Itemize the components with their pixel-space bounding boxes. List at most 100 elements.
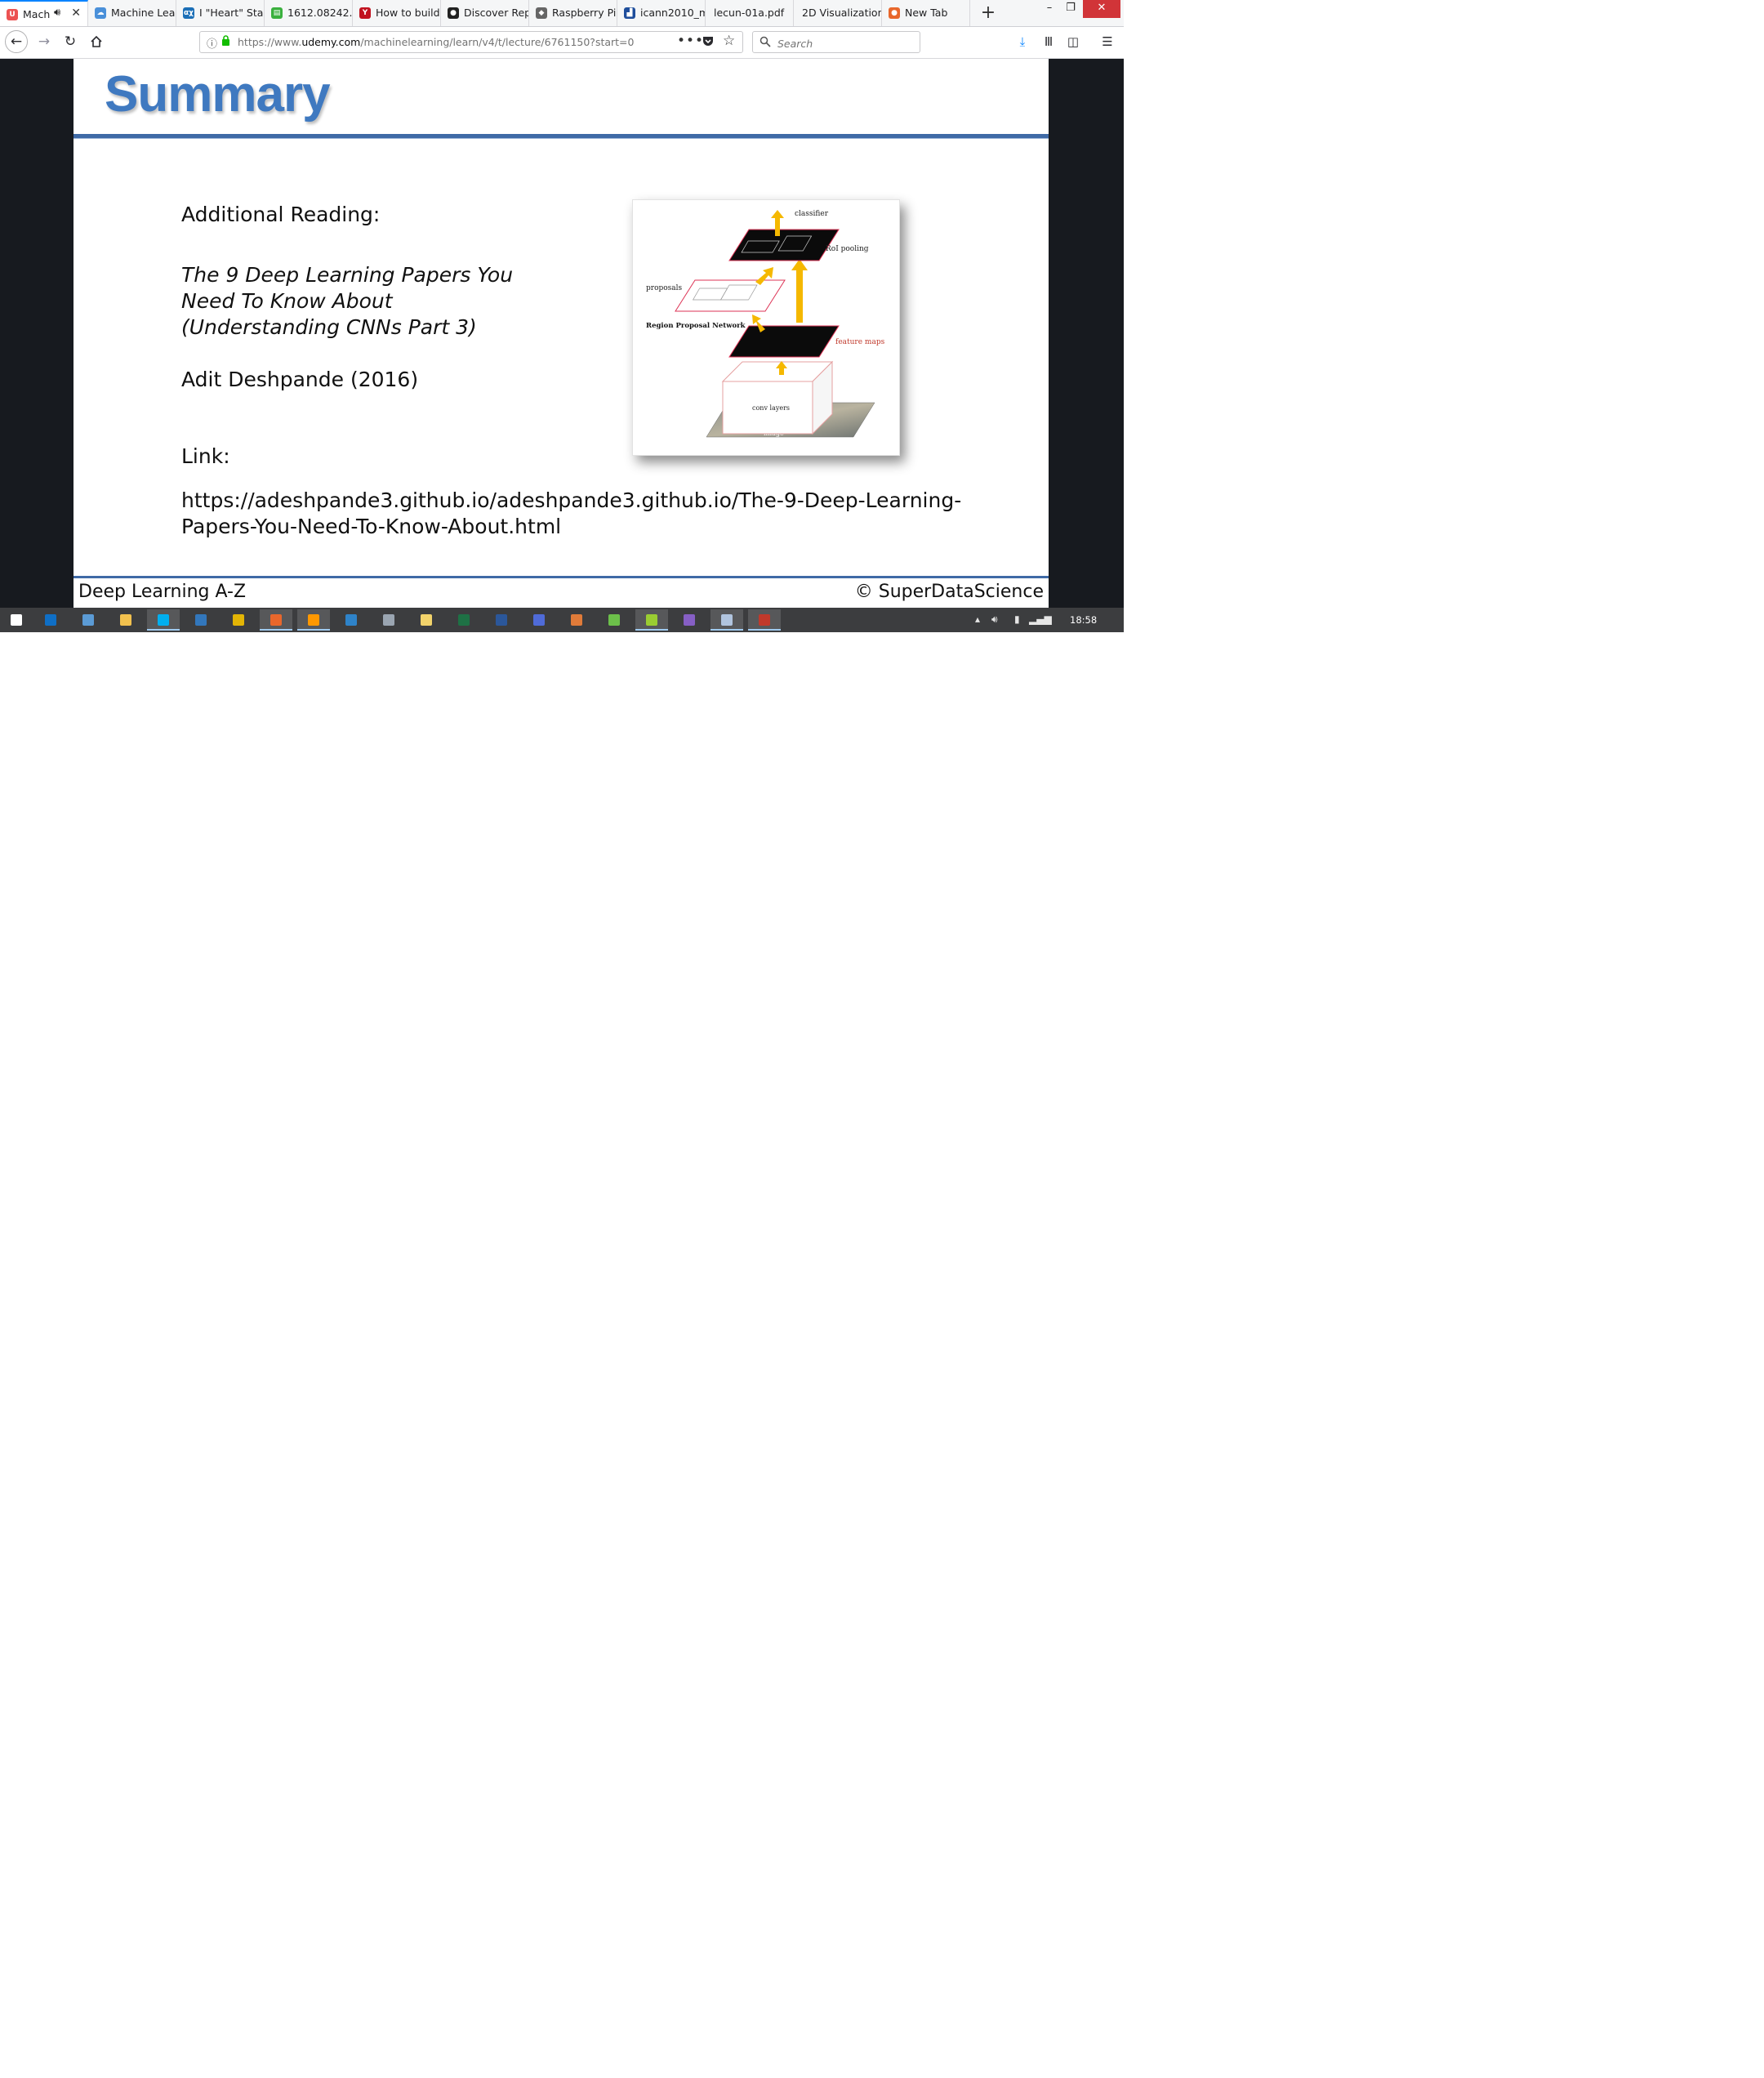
- browser-tab[interactable]: ◆ Raspberry Pi: [529, 0, 617, 26]
- visual-studio-icon: [684, 614, 695, 626]
- tab-label: 1612.08242.p: [287, 7, 353, 19]
- menu-button[interactable]: ☰: [1098, 32, 1117, 51]
- hamburger-menu-icon: ☰: [1102, 34, 1113, 49]
- browser-tab[interactable]: lecun-01a.pdf: [706, 0, 794, 26]
- taskbar-app[interactable]: [72, 609, 105, 631]
- arrow-right-icon: →: [38, 33, 51, 50]
- browser-tab[interactable]: U Mach 🔊︎ ✕: [0, 0, 88, 26]
- taskbar-app[interactable]: [335, 609, 368, 631]
- browser-tab[interactable]: ▟ icann2010_m: [617, 0, 706, 26]
- taskbar-app[interactable]: [260, 609, 292, 631]
- page-actions-icon[interactable]: •••: [677, 33, 704, 49]
- bookmark-star-icon[interactable]: ☆: [723, 33, 735, 49]
- battery-icon[interactable]: ▮: [1014, 613, 1020, 625]
- taskbar-app[interactable]: [0, 609, 33, 631]
- tray-overflow-icon[interactable]: ▴: [975, 613, 980, 625]
- taskbar-app[interactable]: [109, 609, 142, 631]
- feature-maps-layer: [728, 325, 840, 358]
- taskbar-app[interactable]: [448, 609, 480, 631]
- roi-pooling-label: RoI pooling: [826, 245, 869, 253]
- taskbar-app[interactable]: [560, 609, 593, 631]
- taskbar-app[interactable]: [710, 609, 743, 631]
- course-name: Deep Learning A-Z: [78, 582, 247, 602]
- raspberry-icon: ◆: [536, 7, 547, 19]
- reload-button[interactable]: ↻: [59, 30, 82, 53]
- taskbar-app[interactable]: [485, 609, 518, 631]
- taskbar-app[interactable]: [748, 609, 781, 631]
- browser-tab[interactable]: ● Discover Rep: [441, 0, 529, 26]
- url-bar[interactable]: ⓘ https://www.udemy.com/machinelearning/…: [199, 31, 743, 53]
- volume-icon[interactable]: 🔊︎: [991, 613, 998, 626]
- chart-icon: ▟: [624, 7, 635, 19]
- forward-button[interactable]: →: [33, 30, 56, 53]
- speaker-icon[interactable]: 🔊︎: [54, 7, 60, 19]
- browser-tab[interactable]: 2D Visualization: [794, 0, 882, 26]
- skype-icon: [158, 614, 169, 626]
- taskbar-app[interactable]: [372, 609, 405, 631]
- browser-tab[interactable]: ▤ 1612.08242.p: [265, 0, 353, 26]
- browser-tab[interactable]: Y How to build: [353, 0, 441, 26]
- cloud-icon: ☁: [95, 7, 106, 19]
- taskbar-app[interactable]: [410, 609, 443, 631]
- info-icon[interactable]: ⓘ: [207, 35, 217, 51]
- vscode-icon: [345, 614, 357, 626]
- home-icon: [91, 35, 102, 47]
- browser-tab[interactable]: ● New Tab: [882, 0, 970, 26]
- paper-title: The 9 Deep Learning Papers You Need To K…: [181, 263, 514, 339]
- search-input[interactable]: [776, 34, 918, 52]
- download-icon: ⤓: [1019, 34, 1026, 49]
- back-button[interactable]: ←: [5, 30, 28, 53]
- app-icon: [646, 614, 657, 626]
- stackexchange-icon: αχ: [183, 7, 194, 19]
- tab-label: Machine Lea: [111, 7, 176, 19]
- search-icon: [760, 36, 771, 47]
- taskbar-app[interactable]: [673, 609, 706, 631]
- tab-label: Raspberry Pi: [552, 7, 617, 19]
- tab-label: Discover Rep: [464, 7, 529, 19]
- pen-icon: [608, 614, 620, 626]
- faster-rcnn-diagram-svg: image conv layers feature maps Region Pr…: [646, 210, 885, 438]
- pocket-icon[interactable]: [702, 34, 715, 47]
- footer-divider: [74, 576, 1049, 578]
- search-bar[interactable]: [752, 31, 920, 53]
- sidebar-button[interactable]: ◫: [1063, 32, 1083, 51]
- tab-label: lecun-01a.pdf: [714, 7, 785, 19]
- network-signal-icon[interactable]: ▂▄▆: [1029, 613, 1052, 625]
- taskbar-app[interactable]: [297, 609, 330, 631]
- library-button[interactable]: Ⅲ: [1039, 32, 1058, 51]
- downloads-button[interactable]: ⤓: [1013, 32, 1032, 51]
- firefox-icon: ●: [889, 7, 900, 19]
- github-icon: ●: [448, 7, 459, 19]
- taskbar-app[interactable]: [598, 609, 630, 631]
- tab-label: icann2010_m: [640, 7, 706, 19]
- url-text[interactable]: https://www.udemy.com/machinelearning/le…: [238, 36, 634, 48]
- conv-layers-label: conv layers: [752, 404, 790, 412]
- lecture-slide: Summary Additional Reading: The 9 Deep L…: [74, 59, 1049, 608]
- sublime-icon: [308, 614, 319, 626]
- link-label: Link:: [181, 444, 230, 468]
- pdf-icon: ▤: [271, 7, 283, 19]
- arrow-features-to-roi: [791, 259, 808, 323]
- towardsdatascience-icon: Y: [359, 7, 371, 19]
- close-tab-icon[interactable]: ✕: [71, 7, 81, 20]
- taskbar-app[interactable]: [222, 609, 255, 631]
- video-player[interactable]: Summary Additional Reading: The 9 Deep L…: [0, 59, 1124, 608]
- home-button[interactable]: [85, 30, 108, 53]
- browser-tab[interactable]: ☁ Machine Lea: [88, 0, 176, 26]
- browser-tab[interactable]: αχ I "Heart" Sta: [176, 0, 265, 26]
- lock-icon[interactable]: [221, 35, 230, 46]
- slide-title: Summary: [105, 66, 331, 123]
- taskbar-app[interactable]: [147, 609, 180, 631]
- sidebar-icon: ◫: [1067, 34, 1080, 49]
- taskbar-app[interactable]: [635, 609, 668, 631]
- clock[interactable]: 18:58: [1070, 614, 1097, 626]
- media-icon: [759, 614, 770, 626]
- copyright-notice: © SuperDataScience: [854, 582, 1044, 602]
- taskbar-app[interactable]: [523, 609, 555, 631]
- taskbar-app[interactable]: [185, 609, 217, 631]
- reading-heading: Additional Reading:: [181, 203, 381, 226]
- network-icon: [533, 614, 545, 626]
- taskbar-app[interactable]: [34, 609, 67, 631]
- new-tab-button[interactable]: +: [977, 2, 1000, 25]
- close-window-button[interactable]: ✕: [1083, 0, 1120, 18]
